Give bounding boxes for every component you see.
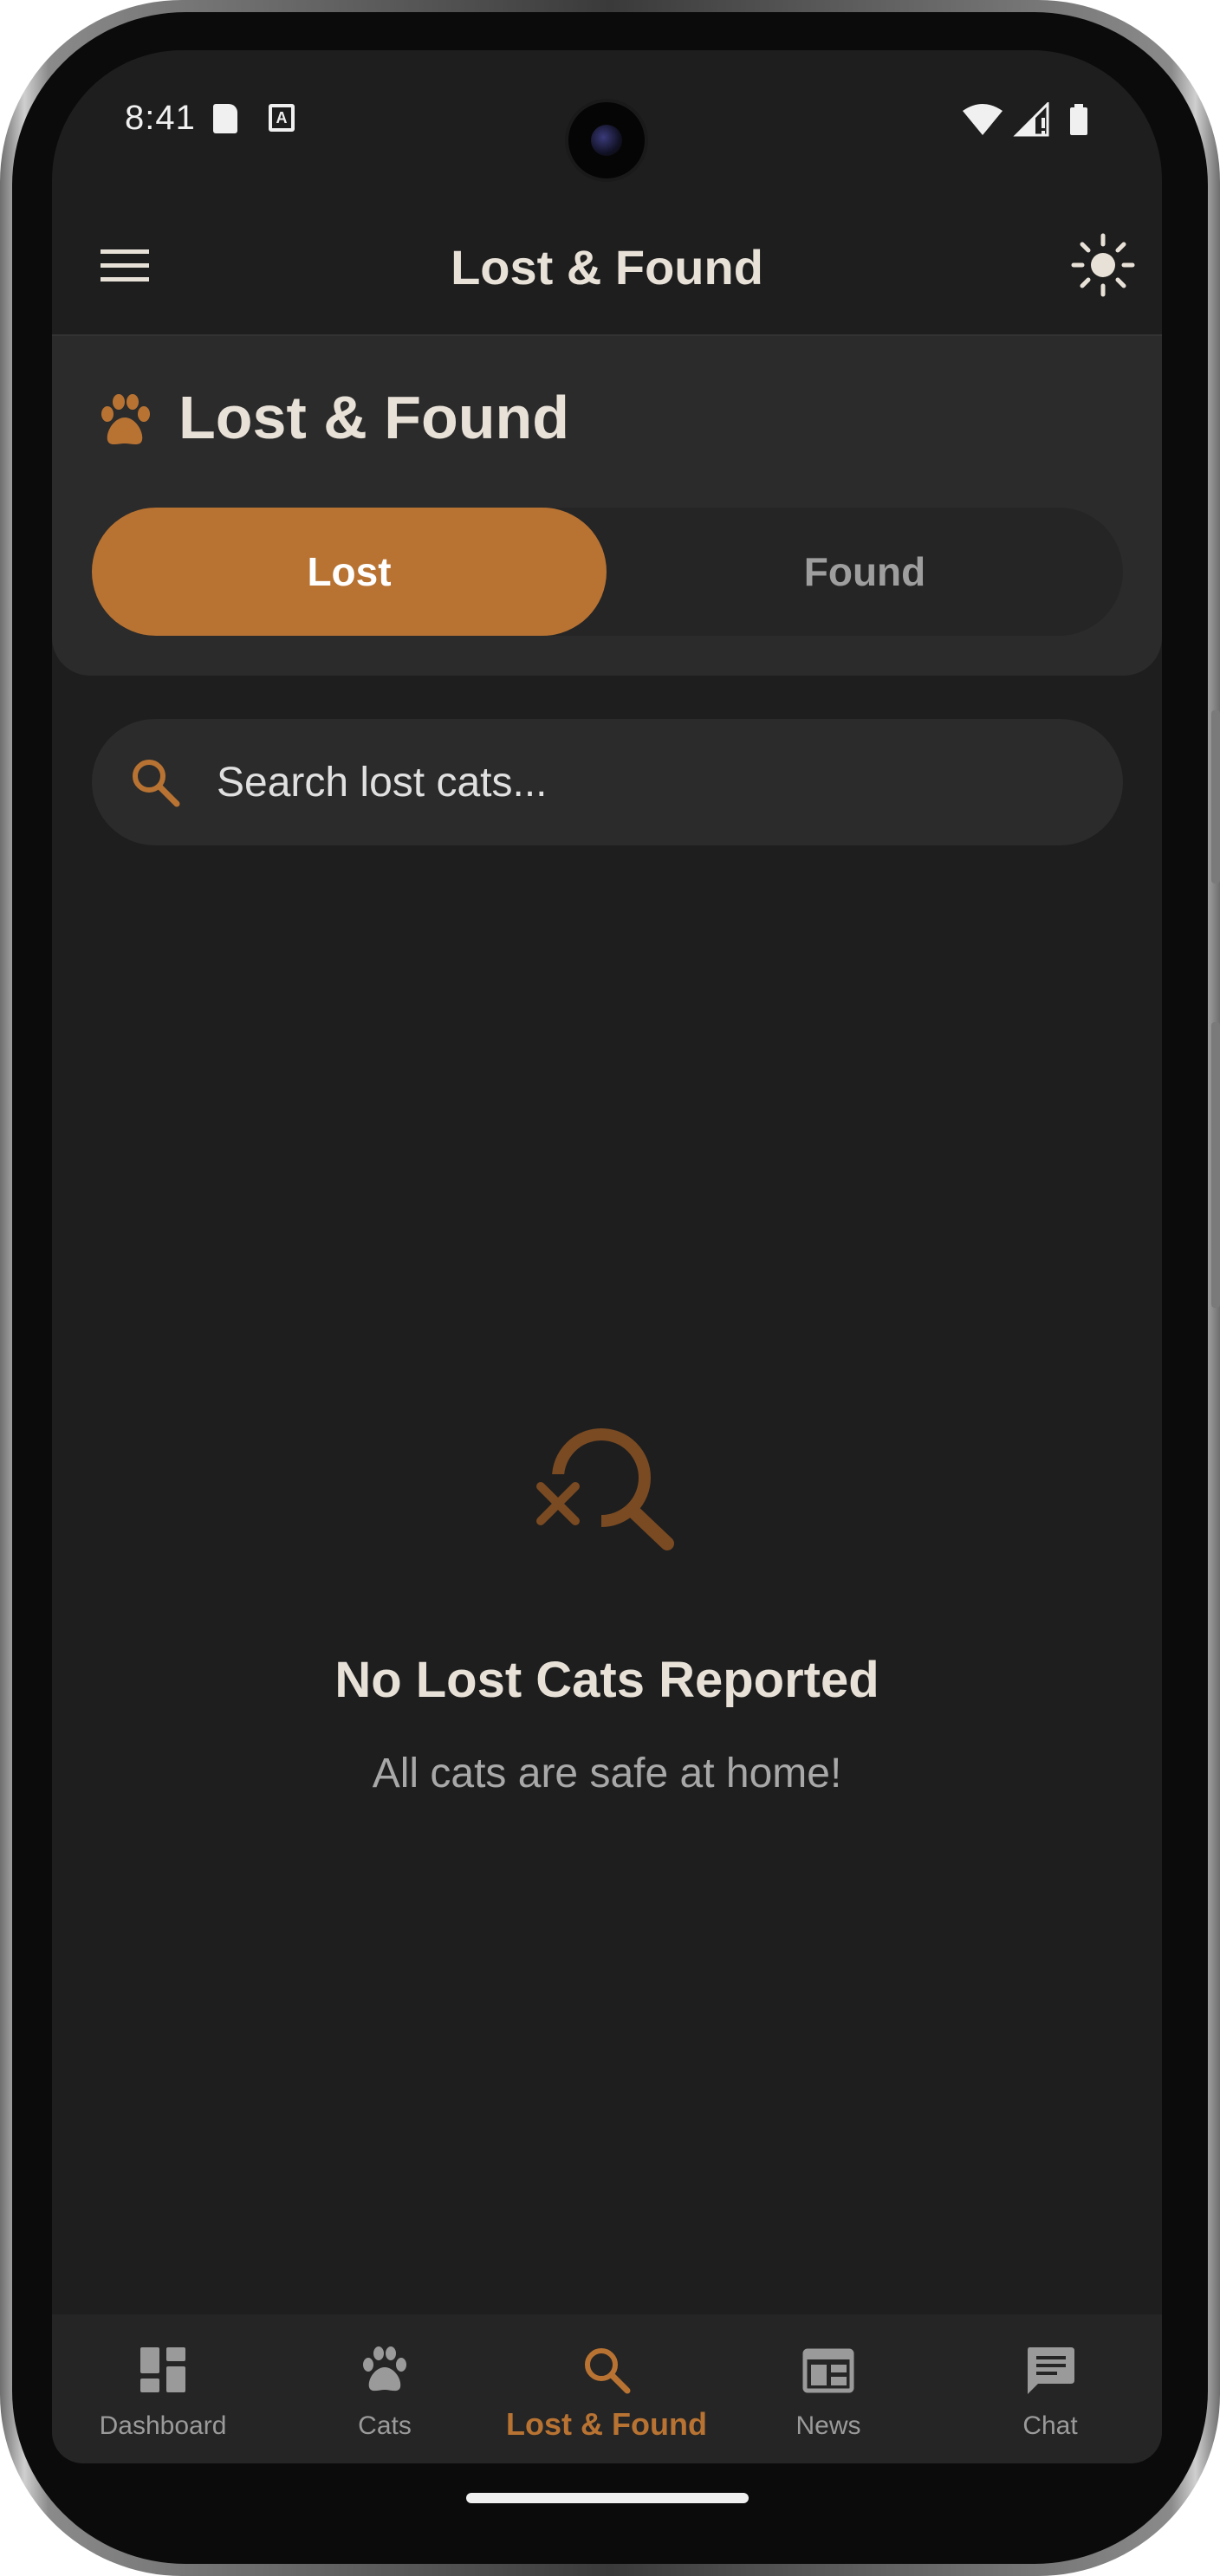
page-title: Lost & Found	[178, 384, 570, 451]
volume-button	[1211, 710, 1220, 883]
nav-item-news[interactable]: News	[717, 2314, 939, 2463]
status-time: 8:41	[125, 99, 196, 137]
chat-icon	[1024, 2344, 1076, 2396]
app-bar: Lost & Found	[52, 197, 1162, 336]
lost-found-toggle: Lost Found	[92, 508, 1123, 636]
nav-item-dashboard[interactable]: Dashboard	[52, 2314, 274, 2463]
search-off-icon	[518, 1414, 678, 1573]
paw-icon	[359, 2344, 411, 2396]
battery-icon	[1070, 104, 1087, 135]
screen: 8:41 A Lost & Found Lost & Found Lost Fo…	[52, 50, 1162, 2463]
status-bar: 8:41 A	[52, 50, 1162, 197]
search-bar	[92, 719, 1123, 845]
nav-label-lost-found: Lost & Found	[506, 2406, 707, 2442]
nav-item-lost-found[interactable]: Lost & Found	[496, 2314, 717, 2463]
app-bar-title: Lost & Found	[451, 240, 763, 294]
home-indicator[interactable]	[466, 2493, 749, 2503]
empty-state-title: No Lost Cats Reported	[334, 1652, 879, 1708]
wifi-icon	[963, 104, 1003, 135]
nav-label-dashboard: Dashboard	[99, 2411, 227, 2440]
nav-label-chat: Chat	[1022, 2411, 1078, 2440]
search-icon	[581, 2344, 633, 2396]
search-input[interactable]	[215, 719, 1081, 845]
status-icons	[961, 100, 1100, 137]
sd-card-icon	[213, 104, 237, 133]
signal-icon	[1013, 100, 1049, 137]
tab-found[interactable]: Found	[607, 508, 1123, 636]
tab-lost[interactable]: Lost	[92, 508, 607, 636]
keyboard-a-icon: A	[269, 104, 295, 132]
lost-found-header: Lost & Found Lost Found	[52, 336, 1162, 676]
dashboard-icon	[137, 2344, 189, 2396]
camera-lens	[591, 125, 622, 156]
power-button	[1211, 1022, 1220, 1308]
nav-item-cats[interactable]: Cats	[274, 2314, 496, 2463]
search-icon	[128, 755, 182, 809]
paw-icon	[95, 392, 154, 450]
nav-item-chat[interactable]: Chat	[939, 2314, 1161, 2463]
front-camera	[565, 99, 648, 182]
sun-icon[interactable]	[1070, 232, 1136, 298]
empty-state-subtitle: All cats are safe at home!	[372, 1751, 842, 1796]
bottom-navigation: Dashboard Cats Lost & Found News Chat	[52, 2314, 1162, 2463]
nav-label-news: News	[795, 2411, 861, 2440]
newspaper-icon	[802, 2344, 854, 2396]
status-right-icons	[963, 100, 1087, 137]
nav-label-cats: Cats	[358, 2411, 412, 2440]
